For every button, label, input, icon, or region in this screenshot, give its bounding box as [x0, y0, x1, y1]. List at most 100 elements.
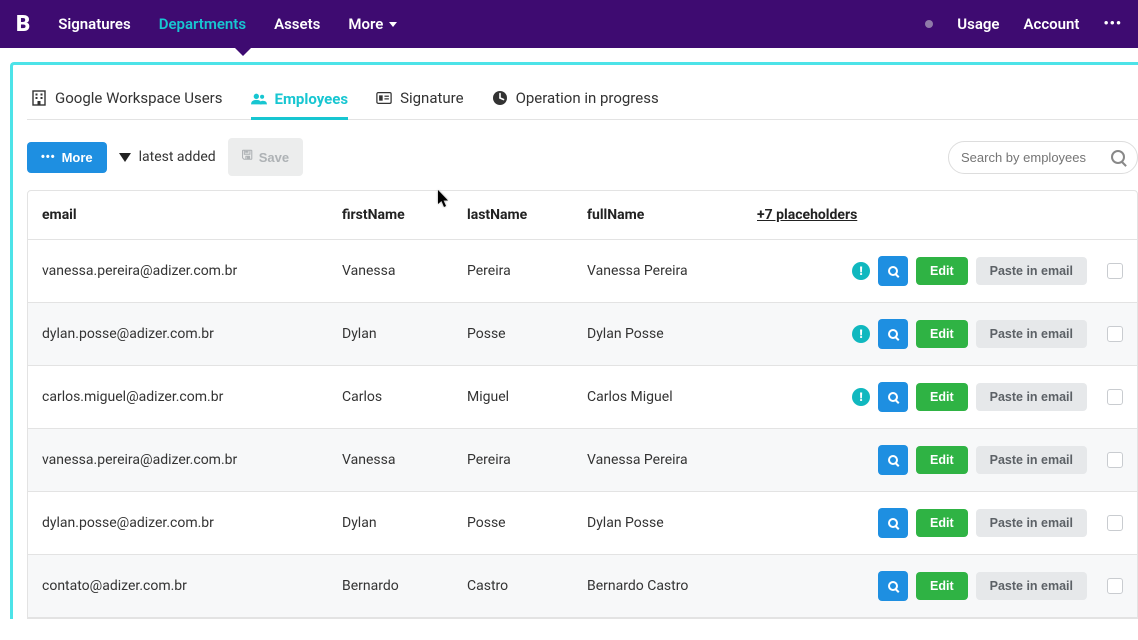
page-container: Google Workspace Users Employees Signatu… [10, 62, 1138, 619]
tab-operation-label: Operation in progress [516, 89, 659, 107]
col-header-firstname[interactable]: firstName [342, 207, 467, 223]
cell-fullname: Vanessa Pereira [587, 263, 757, 279]
cell-email: vanessa.pereira@adizer.com.br [42, 452, 342, 468]
nav-assets[interactable]: Assets [274, 15, 320, 33]
card-icon [376, 90, 392, 106]
table-row: vanessa.pereira@adizer.com.brVanessaPere… [28, 240, 1137, 303]
cell-email: carlos.miguel@adizer.com.br [42, 389, 342, 405]
caret-down-icon [389, 22, 397, 27]
cell-fullname: Bernardo Castro [587, 578, 757, 594]
search-field[interactable] [948, 141, 1138, 174]
tab-google-workspace-label: Google Workspace Users [55, 89, 223, 107]
magnify-icon [888, 392, 898, 402]
cell-email: dylan.posse@adizer.com.br [42, 326, 342, 342]
paste-email-button[interactable]: Paste in email [976, 572, 1087, 600]
paste-email-button[interactable]: Paste in email [976, 509, 1087, 537]
cell-lastname: Posse [467, 515, 587, 531]
brand-logo: B [16, 12, 30, 37]
row-checkbox[interactable] [1107, 263, 1123, 279]
cell-email: contato@adizer.com.br [42, 578, 342, 594]
cell-lastname: Posse [467, 326, 587, 342]
nav-usage[interactable]: Usage [957, 15, 999, 33]
col-header-email[interactable]: email [42, 207, 342, 223]
tab-employees-label: Employees [275, 90, 349, 108]
magnify-icon [888, 455, 898, 465]
paste-email-button[interactable]: Paste in email [976, 383, 1087, 411]
cell-email: vanessa.pereira@adizer.com.br [42, 263, 342, 279]
row-checkbox[interactable] [1107, 515, 1123, 531]
tab-operation[interactable]: Operation in progress [492, 89, 659, 109]
row-actions: Edit Paste in email [878, 508, 1123, 538]
search-icon [1111, 150, 1125, 164]
sort-filter[interactable]: latest added [119, 149, 216, 165]
toolbar: ••• More latest added Save [27, 138, 1138, 176]
col-header-lastname[interactable]: lastName [467, 207, 587, 223]
inspect-button[interactable] [878, 571, 908, 601]
magnify-icon [888, 518, 898, 528]
nav-overflow-menu[interactable]: ••• [1103, 16, 1122, 32]
status-dot-icon [925, 20, 933, 28]
table-header: email firstName lastName fullName +7 pla… [28, 191, 1137, 240]
nav-more-label: More [348, 15, 383, 33]
edit-button[interactable]: Edit [916, 257, 968, 285]
edit-button[interactable]: Edit [916, 446, 968, 474]
inspect-button[interactable] [878, 445, 908, 475]
paste-email-button[interactable]: Paste in email [976, 446, 1087, 474]
edit-button[interactable]: Edit [916, 509, 968, 537]
cell-fullname: Dylan Posse [587, 515, 757, 531]
table-row: vanessa.pereira@adizer.com.brVanessaPere… [28, 429, 1137, 492]
search-input[interactable] [961, 150, 1103, 165]
nav-more[interactable]: More [348, 15, 397, 33]
row-actions: Edit Paste in email [878, 445, 1123, 475]
col-header-fullname[interactable]: fullName [587, 207, 757, 223]
clock-icon [492, 90, 508, 106]
row-checkbox[interactable] [1107, 389, 1123, 405]
save-button-label: Save [259, 150, 289, 165]
table-row: dylan.posse@adizer.com.brDylanPosseDylan… [28, 492, 1137, 555]
tab-signature[interactable]: Signature [376, 89, 464, 109]
edit-button[interactable]: Edit [916, 572, 968, 600]
save-button: Save [228, 138, 303, 176]
row-checkbox[interactable] [1107, 578, 1123, 594]
magnify-icon [888, 266, 898, 276]
nav-signatures[interactable]: Signatures [58, 15, 130, 33]
top-navbar: B Signatures Departments Assets More Usa… [0, 0, 1138, 48]
table-row: contato@adizer.com.brBernardoCastroBerna… [28, 555, 1137, 618]
nav-account[interactable]: Account [1024, 15, 1080, 33]
employees-table: email firstName lastName fullName +7 pla… [27, 190, 1138, 619]
cell-lastname: Castro [467, 578, 587, 594]
magnify-icon [888, 581, 898, 591]
inspect-button[interactable] [878, 382, 908, 412]
edit-button[interactable]: Edit [916, 383, 968, 411]
tab-google-workspace[interactable]: Google Workspace Users [31, 89, 223, 109]
cell-fullname: Vanessa Pereira [587, 452, 757, 468]
row-actions: ! Edit Paste in email [852, 382, 1123, 412]
row-checkbox[interactable] [1107, 326, 1123, 342]
nav-departments[interactable]: Departments [159, 15, 246, 33]
nav-right: Usage Account ••• [925, 15, 1122, 33]
paste-email-button[interactable]: Paste in email [976, 257, 1087, 285]
edit-button[interactable]: Edit [916, 320, 968, 348]
filter-icon [119, 153, 131, 162]
inspect-button[interactable] [878, 508, 908, 538]
warning-icon[interactable]: ! [852, 325, 870, 343]
warning-icon[interactable]: ! [852, 262, 870, 280]
cell-lastname: Miguel [467, 389, 587, 405]
cell-fullname: Dylan Posse [587, 326, 757, 342]
subtabs: Google Workspace Users Employees Signatu… [27, 89, 1138, 120]
cell-firstname: Bernardo [342, 578, 467, 594]
inspect-button[interactable] [878, 319, 908, 349]
paste-email-button[interactable]: Paste in email [976, 320, 1087, 348]
table-row: carlos.miguel@adizer.com.brCarlosMiguelC… [28, 366, 1137, 429]
cell-fullname: Carlos Miguel [587, 389, 757, 405]
cell-lastname: Pereira [467, 452, 587, 468]
more-button[interactable]: ••• More [27, 142, 107, 173]
cell-firstname: Carlos [342, 389, 467, 405]
magnify-icon [888, 329, 898, 339]
col-header-placeholders[interactable]: +7 placeholders [757, 207, 1123, 223]
tab-employees[interactable]: Employees [251, 89, 349, 120]
row-checkbox[interactable] [1107, 452, 1123, 468]
warning-icon[interactable]: ! [852, 388, 870, 406]
cell-firstname: Dylan [342, 515, 467, 531]
inspect-button[interactable] [878, 256, 908, 286]
